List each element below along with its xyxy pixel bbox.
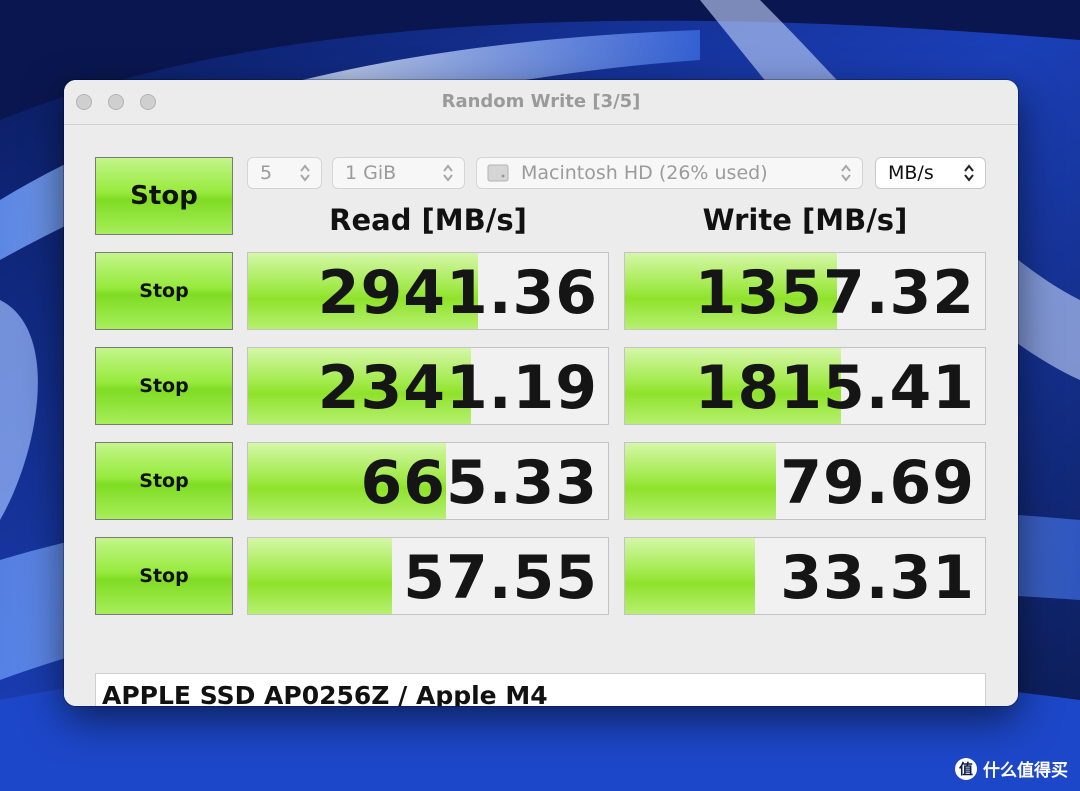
unit-value: MB/s bbox=[888, 162, 934, 184]
drive-select[interactable]: Macintosh HD (26% used) bbox=[476, 157, 863, 189]
watermark-logo-icon: 值 bbox=[955, 757, 977, 780]
title-bar: Random Write [3/5] bbox=[64, 80, 1018, 125]
row-2-stop-button[interactable]: Stop bbox=[95, 347, 233, 425]
test-count-select[interactable]: 5 bbox=[247, 157, 322, 189]
row-4-stop-button[interactable]: Stop bbox=[95, 537, 233, 615]
watermark-text: 什么值得买 bbox=[983, 761, 1068, 781]
chevron-updown-icon bbox=[300, 164, 310, 182]
test-size-value: 1 GiB bbox=[345, 162, 397, 184]
content-area: Stop 5 1 GiB Macintosh HD (26% used) MB/… bbox=[64, 125, 1018, 706]
row-4-write-value: 33.31 bbox=[780, 543, 975, 613]
row-2-write-value: 1815.41 bbox=[694, 353, 975, 423]
chevron-updown-icon bbox=[841, 164, 851, 182]
read-column-header: Read [MB/s] bbox=[329, 203, 527, 237]
row-3-stop-button[interactable]: Stop bbox=[95, 442, 233, 520]
test-size-select[interactable]: 1 GiB bbox=[332, 157, 465, 189]
chevron-updown-icon bbox=[964, 164, 974, 182]
row-2-read-value: 2341.19 bbox=[317, 353, 598, 423]
test-count-value: 5 bbox=[260, 162, 273, 184]
chevron-updown-icon bbox=[443, 164, 453, 182]
row-1-read-value: 2941.36 bbox=[317, 258, 598, 328]
row-3-read-result: 665.33 bbox=[247, 442, 609, 520]
write-column-header: Write [MB/s] bbox=[702, 203, 908, 237]
row-4-write-bar bbox=[625, 538, 755, 614]
row-1-stop-button[interactable]: Stop bbox=[95, 252, 233, 330]
watermark: 值 什么值得买 bbox=[955, 756, 1068, 781]
device-info-field[interactable]: APPLE SSD AP0256Z / Apple M4 bbox=[95, 673, 986, 706]
row-2-write-result: 1815.41 bbox=[624, 347, 986, 425]
row-4-write-result: 33.31 bbox=[624, 537, 986, 615]
hard-drive-icon bbox=[487, 164, 509, 182]
app-window: Random Write [3/5] Stop 5 1 GiB Macintos… bbox=[64, 80, 1018, 706]
row-4-read-value: 57.55 bbox=[403, 543, 598, 613]
row-4-read-result: 57.55 bbox=[247, 537, 609, 615]
unit-select[interactable]: MB/s bbox=[875, 157, 986, 189]
row-3-write-bar bbox=[625, 443, 777, 519]
row-3-write-value: 79.69 bbox=[780, 448, 975, 518]
row-1-write-value: 1357.32 bbox=[694, 258, 975, 328]
row-1-read-result: 2941.36 bbox=[247, 252, 609, 330]
row-3-read-value: 665.33 bbox=[360, 448, 598, 518]
row-2-read-result: 2341.19 bbox=[247, 347, 609, 425]
row-1-write-result: 1357.32 bbox=[624, 252, 986, 330]
row-3-write-result: 79.69 bbox=[624, 442, 986, 520]
stop-all-button[interactable]: Stop bbox=[95, 157, 233, 235]
drive-value: Macintosh HD (26% used) bbox=[521, 162, 768, 184]
row-4-read-bar bbox=[248, 538, 392, 614]
window-title: Random Write [3/5] bbox=[441, 91, 641, 112]
